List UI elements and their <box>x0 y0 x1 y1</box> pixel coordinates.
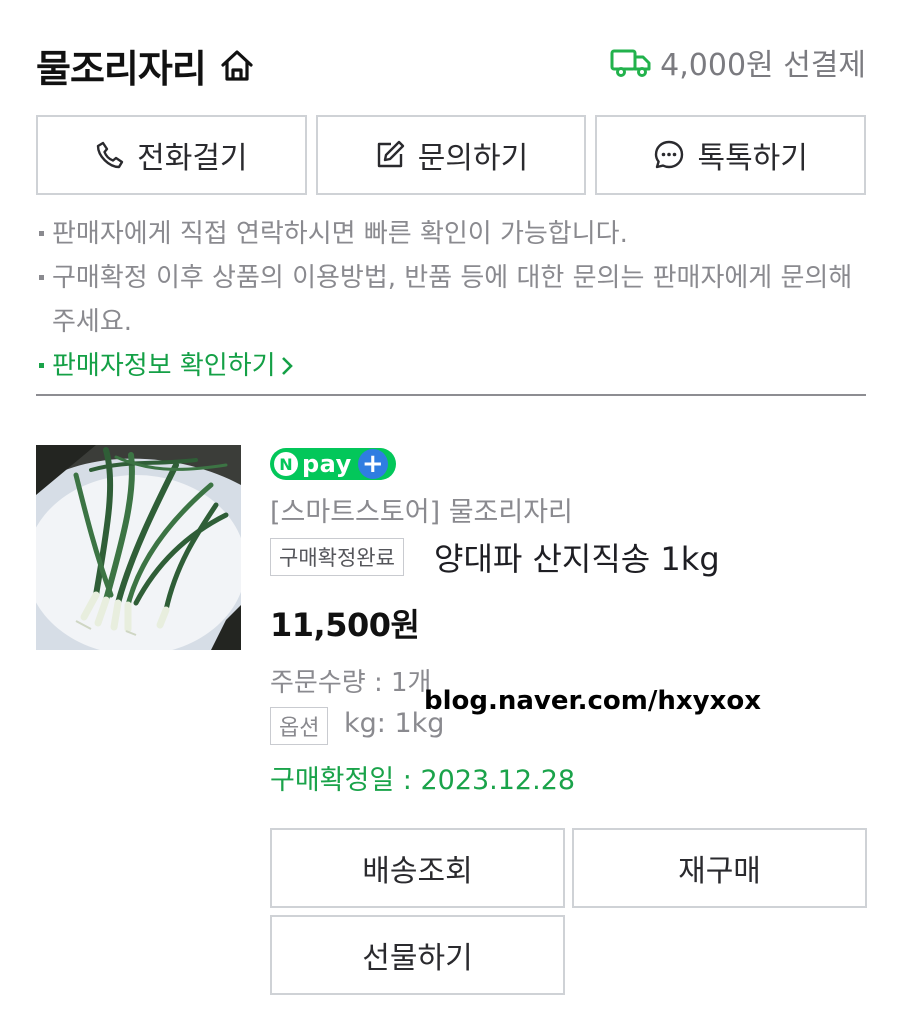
contact-button-row: 전화걸기 문의하기 톡톡하기 <box>36 115 867 195</box>
product-title[interactable]: 양대파 산지직송 1kg <box>434 534 720 580</box>
notice-text: 판매자에게 직접 연락하시면 빠른 확인이 가능합니다. <box>52 219 628 249</box>
edit-icon <box>374 139 406 171</box>
status-badge: 구매확정완료 <box>270 538 404 576</box>
bullet <box>36 212 52 256</box>
seller-name: 물조리자리 <box>36 47 207 91</box>
seller-info-label: 판매자정보 확인하기 <box>52 351 276 381</box>
truck-icon <box>610 46 652 78</box>
rebuy-button[interactable]: 재구매 <box>572 828 867 908</box>
home-icon[interactable] <box>218 47 256 85</box>
product-price: 11,500원 <box>270 606 420 644</box>
call-button[interactable]: 전화걸기 <box>36 115 307 195</box>
product-thumbnail[interactable] <box>36 445 241 650</box>
inquiry-button-label: 문의하기 <box>417 141 529 176</box>
npay-badge: N pay + <box>270 448 396 480</box>
chat-icon <box>653 139 685 171</box>
watermark-text: blog.naver.com/hxyxox <box>424 686 761 716</box>
chevron-right-icon <box>280 344 294 388</box>
call-button-label: 전화걸기 <box>137 141 248 176</box>
rebuy-label: 재구매 <box>678 854 761 889</box>
shipping-fee: 4,000원 선결제 <box>660 48 866 83</box>
npay-n-icon: N <box>274 452 298 476</box>
npay-label: pay <box>302 450 352 478</box>
order-quantity: 주문수량 : 1개 <box>270 668 432 698</box>
notice-item: 판매자에게 직접 연락하시면 빠른 확인이 가능합니다. <box>36 212 866 256</box>
gift-label: 선물하기 <box>362 941 473 976</box>
purchase-confirm-date: 구매확정일 : 2023.12.28 <box>270 765 576 796</box>
bullet <box>36 256 52 344</box>
notice-item: 구매확정 이후 상품의 이용방법, 반품 등에 대한 문의는 판매자에게 문의해… <box>36 256 866 344</box>
talktalk-button[interactable]: 톡톡하기 <box>595 115 867 195</box>
track-delivery-label: 배송조회 <box>362 854 473 889</box>
phone-icon <box>95 140 125 170</box>
notice-text: 구매확정 이후 상품의 이용방법, 반품 등에 대한 문의는 판매자에게 문의해… <box>52 263 853 337</box>
bullet <box>36 344 52 388</box>
store-name: [스마트스토어] 물조리자리 <box>270 497 573 528</box>
seller-notice-list: 판매자에게 직접 연락하시면 빠른 확인이 가능합니다. 구매확정 이후 상품의… <box>36 212 866 388</box>
shipping-info: 4,000원 선결제 <box>610 40 866 84</box>
section-divider <box>36 394 866 396</box>
seller-name-link[interactable]: 물조리자리 <box>36 38 256 93</box>
seller-info-link[interactable]: 판매자정보 확인하기 <box>36 344 866 388</box>
npay-plus-icon: + <box>357 449 388 479</box>
inquiry-button[interactable]: 문의하기 <box>315 115 587 195</box>
track-delivery-button[interactable]: 배송조회 <box>270 828 565 908</box>
gift-button[interactable]: 선물하기 <box>270 915 565 995</box>
talktalk-button-label: 톡톡하기 <box>697 141 808 176</box>
option-badge: 옵션 <box>270 707 329 745</box>
